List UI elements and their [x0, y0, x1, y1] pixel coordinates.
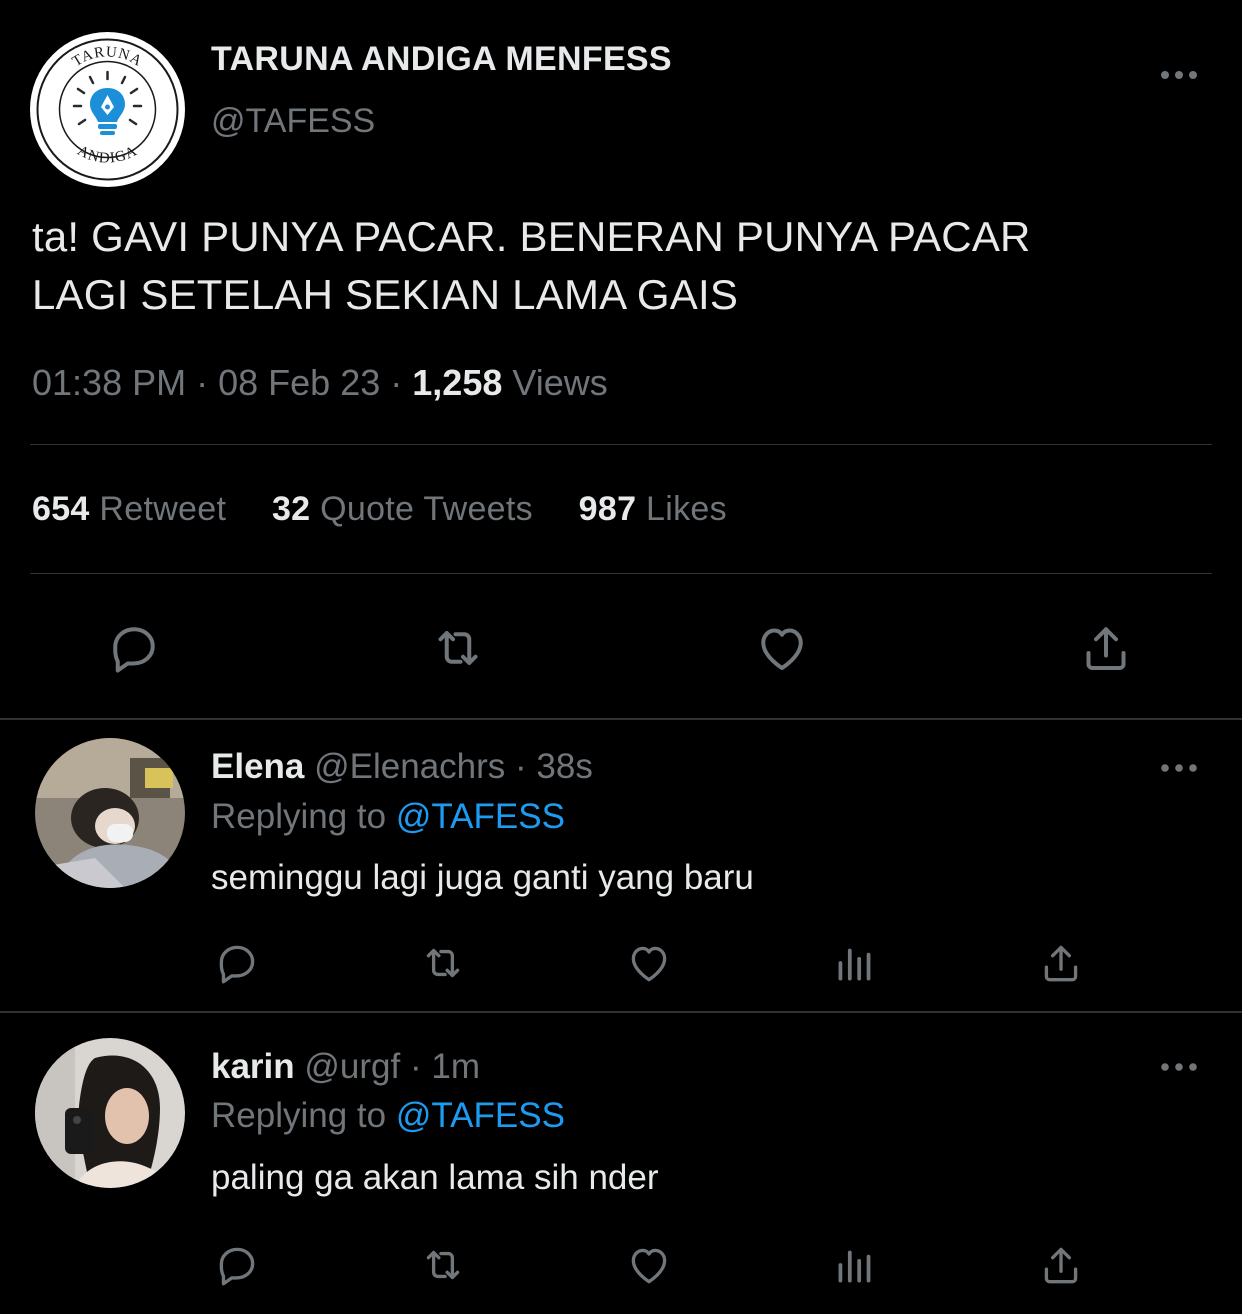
replying-to-handle[interactable]: @TAFESS — [396, 1096, 565, 1135]
separator: · — [409, 1047, 422, 1086]
share-icon[interactable] — [1036, 1240, 1086, 1290]
reply-text: seminggu lagi juga ganti yang baru — [211, 858, 754, 897]
like-icon[interactable] — [624, 938, 674, 988]
retweet-icon[interactable] — [418, 938, 468, 988]
tweet-date[interactable]: 08 Feb 23 — [218, 362, 380, 403]
replying-label: Replying to — [211, 1096, 387, 1135]
like-icon[interactable] — [624, 1240, 674, 1290]
reply-author-name[interactable]: karin — [211, 1047, 295, 1086]
retweet-icon[interactable] — [428, 618, 488, 678]
taruna-andiga-logo: TARUNA ANDIGA — [36, 38, 179, 181]
replying-to: Replying to @TAFESS — [211, 1096, 565, 1136]
divider — [0, 718, 1242, 720]
quote-stat[interactable]: 32 Quote Tweets — [272, 490, 533, 528]
reply-icon[interactable] — [104, 618, 164, 678]
reply-time[interactable]: 38s — [536, 747, 592, 786]
author-handle[interactable]: @TAFESS — [211, 102, 375, 141]
analytics-icon[interactable] — [830, 938, 880, 988]
more-icon[interactable] — [1158, 755, 1200, 781]
replying-label: Replying to — [211, 797, 387, 836]
share-icon[interactable] — [1076, 618, 1136, 678]
author-avatar[interactable]: TARUNA ANDIGA — [30, 32, 185, 187]
avatar[interactable] — [35, 1038, 185, 1188]
replying-to: Replying to @TAFESS — [211, 797, 565, 837]
reply-text: paling ga akan lama sih nder — [211, 1158, 659, 1197]
reply-icon[interactable] — [212, 938, 262, 988]
retweet-stat[interactable]: 654 Retweet — [32, 490, 226, 528]
more-icon[interactable] — [1158, 58, 1200, 88]
separator: · — [390, 362, 403, 403]
likes-stat[interactable]: 987 Likes — [579, 490, 727, 528]
replying-to-handle[interactable]: @TAFESS — [396, 797, 565, 836]
quote-label: Quote Tweets — [320, 490, 533, 528]
tweet-text: ta! GAVI PUNYA PACAR. BENERAN PUNYA PACA… — [32, 208, 1031, 324]
reply-header: karin @urgf · 1m — [211, 1047, 480, 1087]
reply-icon[interactable] — [212, 1240, 262, 1290]
tweet-meta: 01:38 PM · 08 Feb 23 · 1,258 Views — [32, 362, 608, 404]
views-label: Views — [512, 362, 608, 403]
retweet-label: Retweet — [99, 490, 227, 528]
reply-author-name[interactable]: Elena — [211, 747, 304, 786]
divider — [30, 444, 1212, 445]
like-icon[interactable] — [752, 618, 812, 678]
likes-label: Likes — [646, 490, 727, 528]
separator: · — [515, 747, 527, 786]
divider — [0, 1011, 1242, 1013]
tweet-time[interactable]: 01:38 PM — [32, 362, 186, 403]
reply-author-handle[interactable]: @Elenachrs — [314, 747, 505, 786]
quote-count: 32 — [271, 490, 311, 528]
likes-count: 987 — [578, 490, 637, 528]
reply-author-handle[interactable]: @urgf — [304, 1047, 400, 1086]
reply-header: Elena @Elenachrs · 38s — [211, 747, 593, 787]
separator: · — [196, 362, 209, 403]
retweet-count: 654 — [32, 490, 90, 528]
divider — [30, 573, 1212, 574]
tweet-stats: 654 Retweet 32 Quote Tweets 987 Likes — [32, 490, 763, 529]
views-count: 1,258 — [412, 362, 503, 403]
retweet-icon[interactable] — [418, 1240, 468, 1290]
tweet-text-line: LAGI SETELAH SEKIAN LAMA GAIS — [32, 271, 739, 318]
more-icon[interactable] — [1158, 1054, 1200, 1080]
author-name[interactable]: TARUNA ANDIGA MENFESS — [211, 40, 672, 79]
tweet-text-line: ta! GAVI PUNYA PACAR. BENERAN PUNYA PACA… — [32, 213, 1031, 260]
share-icon[interactable] — [1036, 938, 1086, 988]
avatar[interactable] — [35, 738, 185, 888]
reply-time[interactable]: 1m — [431, 1047, 480, 1086]
analytics-icon[interactable] — [830, 1240, 880, 1290]
